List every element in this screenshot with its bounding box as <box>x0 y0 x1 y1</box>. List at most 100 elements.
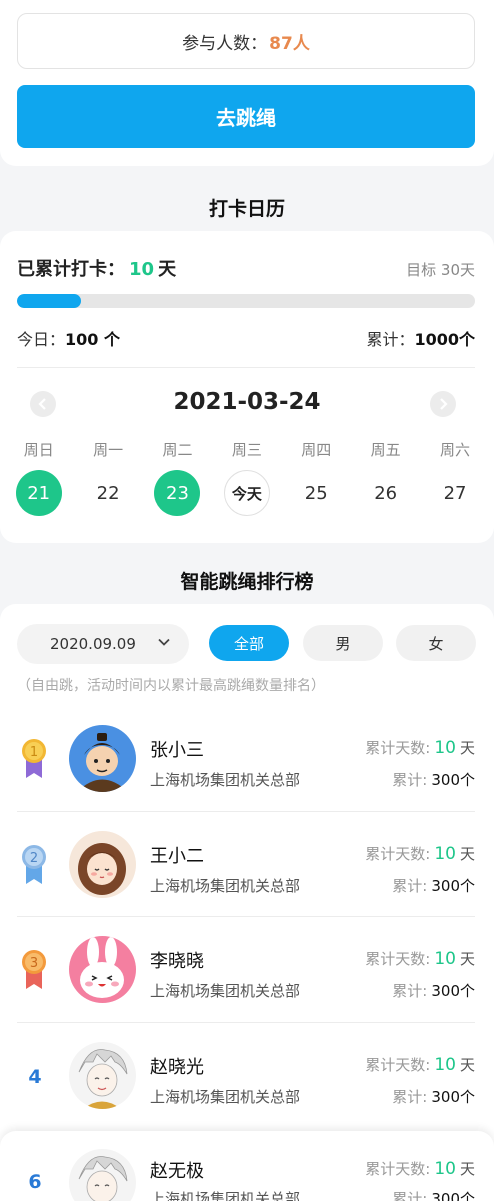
checkin-progress-bar <box>17 294 475 308</box>
day-label: 23 <box>154 470 201 516</box>
user-name: 李晓晓 <box>150 951 204 972</box>
days-label: 累计天数: <box>365 739 431 757</box>
weekday-label: 周日 <box>23 441 54 459</box>
calendar-day[interactable]: 27 <box>420 470 489 516</box>
day-label: 26 <box>374 482 398 504</box>
day-label: 25 <box>304 482 328 504</box>
days-label: 累计天数: <box>365 950 431 968</box>
calendar-date: 2021-03-24 <box>173 389 321 415</box>
days-unit: 天 <box>459 739 475 757</box>
calendar-day[interactable]: 26 <box>351 470 420 516</box>
go-jump-rope-button[interactable]: 去跳绳 <box>17 85 475 148</box>
weekday-label: 周六 <box>440 441 471 459</box>
date-filter-dropdown[interactable]: 2020.09.09 <box>17 624 189 664</box>
sum-label: 累计: <box>392 982 428 1000</box>
user-department: 上海机场集团机关总部 <box>150 982 301 1000</box>
user-name: 张小三 <box>150 740 204 761</box>
calendar-section-title: 打卡日历 <box>208 198 285 220</box>
weekday-label: 周二 <box>162 441 193 459</box>
progress-fill <box>17 294 82 308</box>
rank-number: 6 <box>28 1171 42 1193</box>
cumulative-days: 累计天数: 10 天 <box>365 1054 475 1075</box>
calendar-day[interactable]: 21 <box>4 470 73 516</box>
leaderboard-row[interactable]: 3 李晓晓 上海机场集团机关总部 累计天数: 10 天 累计: 300个 <box>0 917 494 1023</box>
today-value: 100 个 <box>65 330 120 349</box>
sum-label: 累计: <box>392 771 428 789</box>
days-unit: 天 <box>459 950 475 968</box>
days-label: 累计天数: <box>365 1160 431 1178</box>
days-unit: 天 <box>459 1160 475 1178</box>
participants-value: 87人 <box>269 33 310 54</box>
bunny-avatar <box>69 936 136 1003</box>
calendar-day-today[interactable]: 今天 <box>212 470 281 516</box>
day-label: 27 <box>443 482 467 504</box>
leaderboard-row[interactable]: 1 张小三 上海机场集团机关总部 累计天数: 10 天 累计: 300个 <box>0 706 494 812</box>
total-value: 1000个 <box>414 330 475 349</box>
user-name: 赵晓光 <box>150 1057 204 1078</box>
calendar-day[interactable]: 23 <box>143 470 212 516</box>
cumulative-days: 累计天数: 10 天 <box>365 843 475 864</box>
calendar-day[interactable]: 22 <box>73 470 142 516</box>
days-unit: 天 <box>459 845 475 863</box>
user-name: 王小二 <box>150 846 204 867</box>
leaderboard-row[interactable]: 2 王小二 上海机场集团机关总部 累计天数: 10 天 累计: 300个 <box>0 812 494 918</box>
accumulated-label: 已累计打卡： <box>17 259 125 280</box>
calendar-day[interactable]: 25 <box>282 470 351 516</box>
cumulative-days: 累计天数: 10 天 <box>365 737 475 758</box>
days-unit: 天 <box>459 1056 475 1074</box>
checkin-calendar-card: 已累计打卡： 10 天 目标 30天 今日：100 个 累计：1000个 2021-… <box>0 231 494 543</box>
day-label: 21 <box>15 470 62 516</box>
accumulated-unit: 天 <box>158 259 177 280</box>
filter-all-button[interactable]: 全部 <box>209 625 289 661</box>
bronze-medal-icon: 3 <box>22 950 46 989</box>
user-name: 赵无极 <box>150 1161 204 1182</box>
user-department: 上海机场集团机关总部 <box>150 1088 301 1106</box>
medal-rank: 3 <box>30 956 38 971</box>
user-department: 上海机场集团机关总部 <box>150 771 301 789</box>
sum-label: 累计: <box>392 1190 428 1201</box>
leaderboard-row[interactable]: 4 赵晓光 上海机场集团机关总部 累计天数: 10 天 累计: 300个 <box>0 1023 494 1129</box>
total-count: 累计：1000个 <box>366 326 475 350</box>
weekday-label: 周四 <box>301 441 332 459</box>
silver-medal-icon: 2 <box>22 845 46 884</box>
gold-medal-icon: 1 <box>22 739 46 778</box>
sum-label: 累计: <box>392 1088 428 1106</box>
filter-male-button[interactable]: 男 <box>303 625 383 661</box>
sum-value: 300个 <box>431 1088 475 1106</box>
cumulative-total: 累计: 300个 <box>392 1188 475 1201</box>
rank-number: 4 <box>28 1066 42 1088</box>
sketch-avatar <box>69 1149 136 1201</box>
weekday-header: 周日 周一 周二 周三 周四 周五 周六 <box>4 439 490 460</box>
participants-label: 参与人数： <box>182 33 268 54</box>
user-department: 上海机场集团机关总部 <box>150 877 301 895</box>
next-week-button[interactable] <box>430 391 456 417</box>
accumulated-value: 10 <box>129 259 155 280</box>
days-label: 累计天数: <box>365 845 431 863</box>
sum-value: 300个 <box>431 771 475 789</box>
weekday-label: 周五 <box>370 441 401 459</box>
goal-label: 目标 30天 <box>406 261 475 279</box>
leaderboard-card: 2020.09.09 全部 男 女 （自由跳，活动时间内以累计最高跳绳数量排名）… <box>0 604 494 1201</box>
day-label: 今天 <box>223 470 270 516</box>
warrior-avatar <box>69 725 136 792</box>
divider <box>17 367 475 368</box>
cumulative-total: 累计: 300个 <box>392 1086 475 1107</box>
cumulative-total: 累计: 300个 <box>392 875 475 896</box>
girl-avatar <box>69 831 136 898</box>
my-rank-card[interactable]: 6 赵无极 上海机场集团机关总部 累计天数: 10 天 累计: 300个 <box>0 1131 494 1201</box>
calendar-days: 21 22 23 今天 25 26 27 <box>4 470 490 516</box>
filter-female-button[interactable]: 女 <box>396 625 476 661</box>
today-count: 今日：100 个 <box>17 326 120 350</box>
cumulative-total: 累计: 300个 <box>392 769 475 790</box>
weekday-label: 周一 <box>93 441 124 459</box>
sum-value: 300个 <box>431 877 475 895</box>
day-label: 22 <box>96 482 120 504</box>
chevron-right-icon <box>440 398 448 410</box>
sum-value: 300个 <box>431 1190 475 1201</box>
total-label: 累计： <box>366 330 415 349</box>
sketch-avatar <box>69 1042 136 1109</box>
cumulative-total: 累计: 300个 <box>392 980 475 1001</box>
sum-value: 300个 <box>431 982 475 1000</box>
cumulative-days: 累计天数: 10 天 <box>365 1158 475 1179</box>
activity-card: 参与人数： 87人 去跳绳 <box>0 0 494 166</box>
